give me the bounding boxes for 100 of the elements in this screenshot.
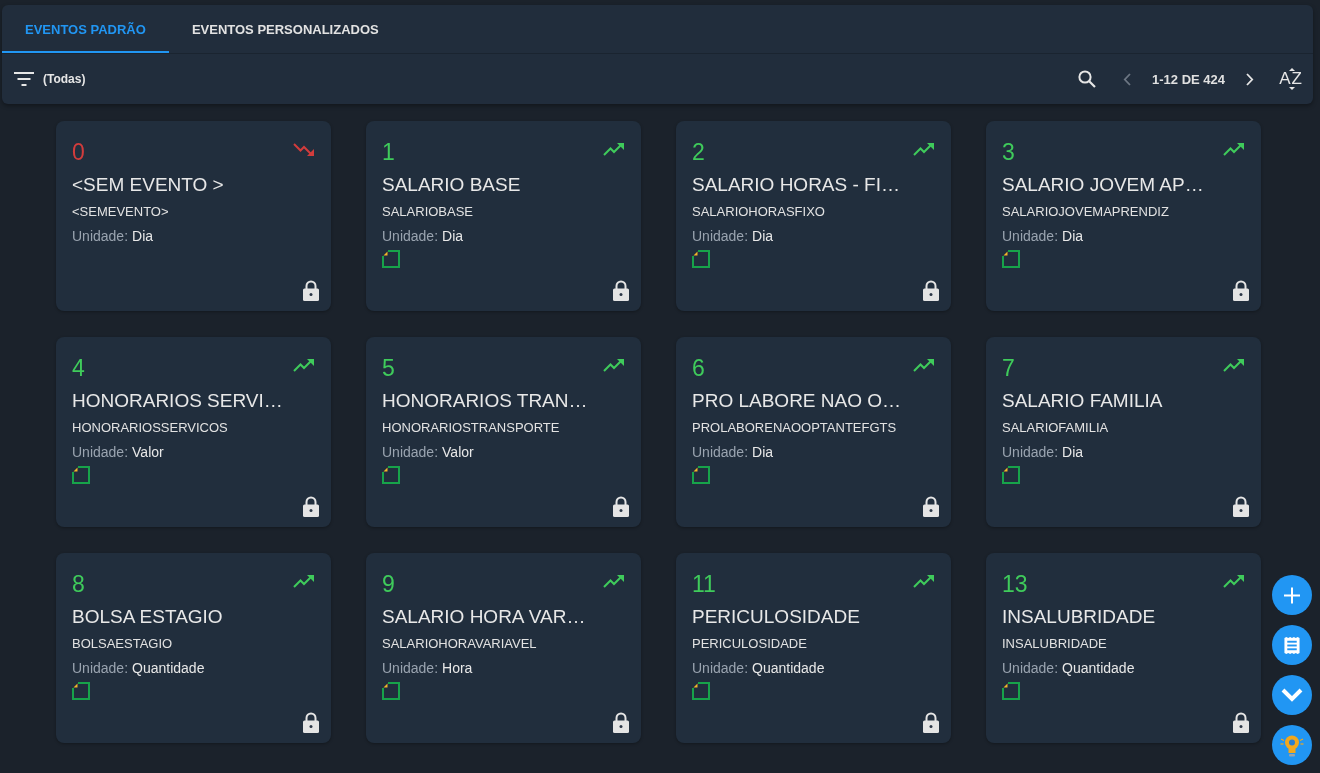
unit-value: Dia [752, 444, 774, 460]
trending-up-icon [1223, 142, 1245, 156]
trending-up-icon [603, 142, 625, 156]
unit-value: Valor [132, 444, 164, 460]
unit-value: Dia [1062, 444, 1084, 460]
event-card[interactable]: 8 BOLSA ESTAGIO BOLSAESTAGIO Unidade: Quantidade [56, 553, 331, 743]
unit-value: Quantidade [1062, 660, 1135, 676]
event-card[interactable]: 9 SALARIO HORA VAR… SALARIOHORAVARIAVEL Unidade: Hora [366, 553, 641, 743]
event-code: SALARIOHORAVARIAVEL [382, 635, 538, 653]
event-title: BOLSA ESTAGIO [72, 605, 224, 629]
chevron-right-icon[interactable] [1246, 72, 1254, 86]
unit-label: Unidade: [692, 228, 749, 244]
event-number: 3 [1002, 138, 1015, 167]
event-code: <SEMEVENTO> [72, 203, 170, 221]
event-code: BOLSAESTAGIO [72, 635, 174, 653]
event-card[interactable]: 4 HONORARIOS SERVI… HONORARIOSSERVICOS Unidade: Valor [56, 337, 331, 527]
event-number: 6 [692, 354, 705, 383]
unit-value: Dia [442, 228, 464, 244]
unit-label: Unidade: [692, 444, 749, 460]
unit-label: Unidade: [692, 660, 749, 676]
event-number: 5 [382, 354, 395, 383]
unit-value: Quantidade [752, 660, 825, 676]
trending-up-icon [1223, 358, 1245, 372]
event-card[interactable]: 1 SALARIO BASE SALARIOBASE Unidade: Dia [366, 121, 641, 311]
trending-up-icon [913, 142, 935, 156]
event-title: HONORARIOS TRAN… [382, 389, 589, 413]
unit-label: Unidade: [1002, 444, 1059, 460]
event-card[interactable]: 13 INSALUBRIDADE INSALUBRIDADE Unidade: Quantidade [986, 553, 1261, 743]
filter-icon[interactable] [14, 72, 34, 86]
event-title: HONORARIOS SERVI… [72, 389, 284, 413]
event-code: SALARIOJOVEMAPRENDIZ [1002, 203, 1170, 221]
event-number: 11 [692, 570, 716, 599]
event-number: 8 [72, 570, 85, 599]
event-number: 1 [382, 138, 395, 167]
unit-value: Dia [1062, 228, 1084, 244]
event-title: SALARIO FAMILIA [1002, 389, 1164, 413]
event-card[interactable]: 11 PERICULOSIDADE PERICULOSIDADE Unidade: Quantidade [676, 553, 951, 743]
plus-icon [1284, 586, 1300, 604]
unit-label: Unidade: [72, 444, 129, 460]
chevron-down-icon [1281, 688, 1303, 702]
event-code: SALARIOBASE [382, 203, 475, 221]
add-button[interactable] [1272, 575, 1312, 615]
event-code: INSALUBRIDADE [1002, 635, 1108, 653]
event-code: SALARIOFAMILIA [1002, 419, 1110, 437]
event-code: PERICULOSIDADE [692, 635, 808, 653]
trending-up-icon [603, 574, 625, 588]
unit-value: Hora [442, 660, 473, 676]
event-title: SALARIO HORA VAR… [382, 605, 587, 629]
trending-down-icon [293, 142, 315, 156]
event-number: 0 [72, 138, 85, 167]
receipt-icon [1284, 636, 1300, 654]
event-number: 7 [1002, 354, 1015, 383]
event-title: PERICULOSIDADE [692, 605, 861, 629]
event-card[interactable]: 0 <SEM EVENTO > <SEMEVENTO> Unidade: Dia [56, 121, 331, 311]
receipt-button[interactable] [1272, 625, 1312, 665]
event-number: 4 [72, 354, 85, 383]
unit-label: Unidade: [1002, 660, 1059, 676]
event-code: HONORARIOSSERVICOS [72, 419, 229, 437]
event-title: SALARIO HORAS - FI… [692, 173, 901, 197]
event-card[interactable]: 2 SALARIO HORAS - FI… SALARIOHORASFIXO Unidade: Dia [676, 121, 951, 311]
trending-up-icon [1223, 574, 1245, 588]
unit-label: Unidade: [382, 444, 439, 460]
event-code: HONORARIOSTRANSPORTE [382, 419, 561, 437]
event-card[interactable]: 3 SALARIO JOVEM AP… SALARIOJOVEMAPRENDIZ Unidade: Dia [986, 121, 1261, 311]
trending-up-icon [293, 358, 315, 372]
trending-up-icon [913, 358, 935, 372]
event-card[interactable]: 7 SALARIO FAMILIA SALARIOFAMILIA Unidade: Dia [986, 337, 1261, 527]
event-title: INSALUBRIDADE [1002, 605, 1157, 629]
trending-up-icon [913, 574, 935, 588]
unit-label: Unidade: [72, 228, 129, 244]
event-number: 13 [1002, 570, 1028, 599]
trending-up-icon [293, 574, 315, 588]
event-code: SALARIOHORASFIXO [692, 203, 826, 221]
tab[interactable]: EVENTOS PADRÃO [2, 5, 169, 53]
tab[interactable]: EVENTOS PERSONALIZADOS [168, 5, 402, 53]
event-title: PRO LABORE NAO O… [692, 389, 903, 413]
unit-label: Unidade: [1002, 228, 1059, 244]
chevron-down-button[interactable] [1272, 675, 1312, 715]
trending-up-icon [603, 358, 625, 372]
event-title: SALARIO JOVEM AP… [1002, 173, 1205, 197]
unit-value: Quantidade [132, 660, 205, 676]
event-card[interactable]: 6 PRO LABORE NAO O… PROLABORENAOOPTANTEFGTS Unidade: Dia [676, 337, 951, 527]
search-icon[interactable] [1078, 70, 1096, 88]
unit-value: Valor [442, 444, 474, 460]
event-card[interactable]: 5 HONORARIOS TRAN… HONORARIOSTRANSPORTE Unidade: Valor [366, 337, 641, 527]
unit-label: Unidade: [72, 660, 129, 676]
event-title: SALARIO BASE [382, 173, 522, 197]
unit-label: Unidade: [382, 660, 439, 676]
unit-value: Dia [752, 228, 774, 244]
event-title: <SEM EVENTO > [72, 173, 225, 197]
lightbulb-icon [1280, 733, 1304, 757]
unit-label: Unidade: [382, 228, 439, 244]
unit-value: Dia [132, 228, 154, 244]
page-range-label: 1-12 DE 424 [1152, 71, 1225, 87]
event-number: 9 [382, 570, 395, 599]
event-number: 2 [692, 138, 705, 167]
sort-button[interactable]: AZ [1279, 66, 1303, 92]
lightbulb-button[interactable] [1272, 725, 1312, 765]
event-code: PROLABORENAOOPTANTEFGTS [692, 419, 898, 437]
filter-label[interactable]: (Todas) [43, 72, 86, 86]
